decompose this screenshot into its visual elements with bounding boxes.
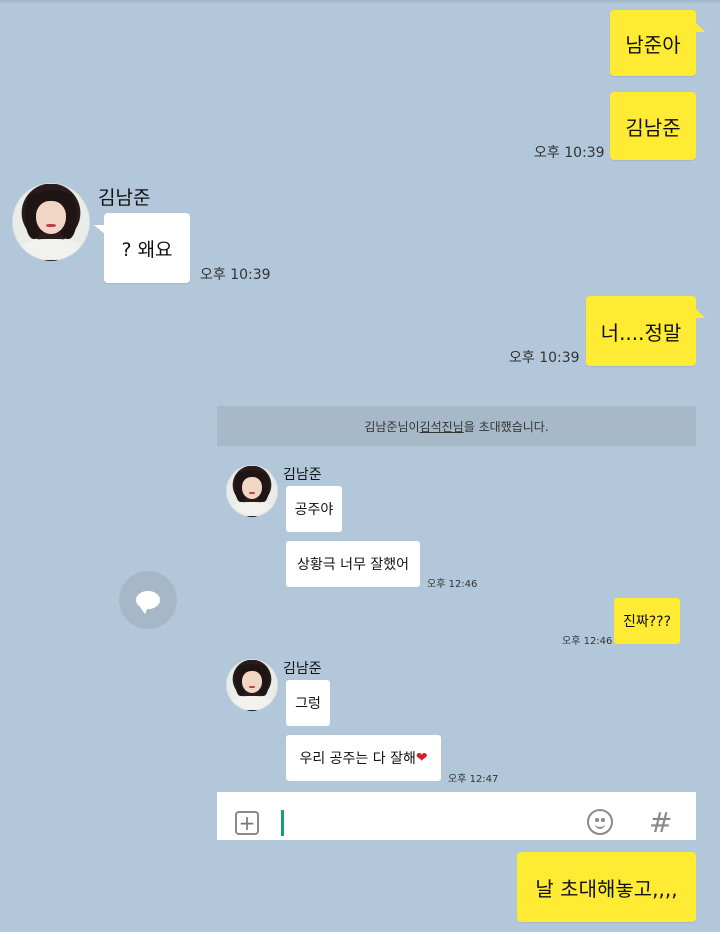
message-text: ? 왜요 bbox=[121, 238, 173, 261]
message-time: 오후 12:46 bbox=[562, 636, 613, 647]
shared-screenshot[interactable]: 김남준님이 김석진님 을 초대했습니다. 김남준 공주야 상황극 너무 잘했어 오… bbox=[217, 404, 696, 840]
their-message-bubble: 그렁 bbox=[286, 680, 330, 726]
avatar[interactable] bbox=[12, 183, 90, 261]
message-time: 오후 10:39 bbox=[534, 145, 605, 161]
plus-icon: + bbox=[235, 811, 259, 835]
message-text: 김남준 bbox=[625, 115, 681, 140]
sender-name: 김남준 bbox=[283, 661, 322, 677]
invite-notice: 김남준님이 김석진님 을 초대했습니다. bbox=[217, 406, 696, 446]
share-button[interactable] bbox=[119, 571, 177, 629]
their-message-bubble[interactable]: ? 왜요 bbox=[94, 213, 190, 283]
invited-user-link: 김석진님 bbox=[419, 419, 464, 434]
heart-icon: ❤ bbox=[415, 750, 428, 766]
notice-suffix: 을 초대했습니다. bbox=[463, 419, 549, 434]
my-message-bubble[interactable]: 남준아 bbox=[610, 10, 696, 76]
my-message-bubble[interactable]: 너....정말 bbox=[586, 296, 696, 366]
emoticon-icon bbox=[587, 809, 613, 835]
my-message-bubble: 진짜??? bbox=[614, 598, 680, 644]
sender-name: 김남준 bbox=[283, 467, 322, 483]
sender-name: 김남준 bbox=[98, 187, 151, 209]
text-cursor bbox=[281, 810, 284, 836]
message-text: 공주야 bbox=[294, 502, 334, 518]
their-message-bubble: 공주야 bbox=[286, 486, 342, 532]
message-text: 우리 공주는 다 잘해 bbox=[299, 751, 416, 767]
message-time: 오후 10:39 bbox=[200, 267, 271, 283]
message-text: 남준아 bbox=[625, 32, 681, 57]
notice-prefix: 김남준님이 bbox=[364, 419, 420, 434]
avatar bbox=[226, 465, 278, 517]
message-time: 오후 12:47 bbox=[448, 774, 499, 785]
top-edge bbox=[0, 0, 720, 4]
their-message-bubble: 우리 공주는 다 잘해 ❤ bbox=[286, 735, 441, 781]
message-text: 상황극 너무 잘했어 bbox=[297, 557, 409, 573]
message-input-bar: + # bbox=[217, 792, 696, 840]
their-message-bubble: 상황극 너무 잘했어 bbox=[286, 541, 420, 587]
message-text: 날 초대해놓고,,,, bbox=[535, 876, 678, 901]
message-time: 오후 12:46 bbox=[427, 579, 478, 590]
message-time: 오후 10:39 bbox=[509, 350, 580, 366]
my-message-bubble[interactable]: 날 초대해놓고,,,, bbox=[517, 852, 696, 922]
avatar bbox=[226, 659, 278, 711]
my-message-bubble[interactable]: 김남준 bbox=[610, 92, 696, 160]
message-text: 너....정말 bbox=[600, 320, 682, 345]
share-chat-icon bbox=[136, 591, 160, 614]
hash-icon: # bbox=[649, 806, 673, 839]
message-text: 그렁 bbox=[295, 696, 321, 712]
message-text: 진짜??? bbox=[622, 614, 672, 630]
